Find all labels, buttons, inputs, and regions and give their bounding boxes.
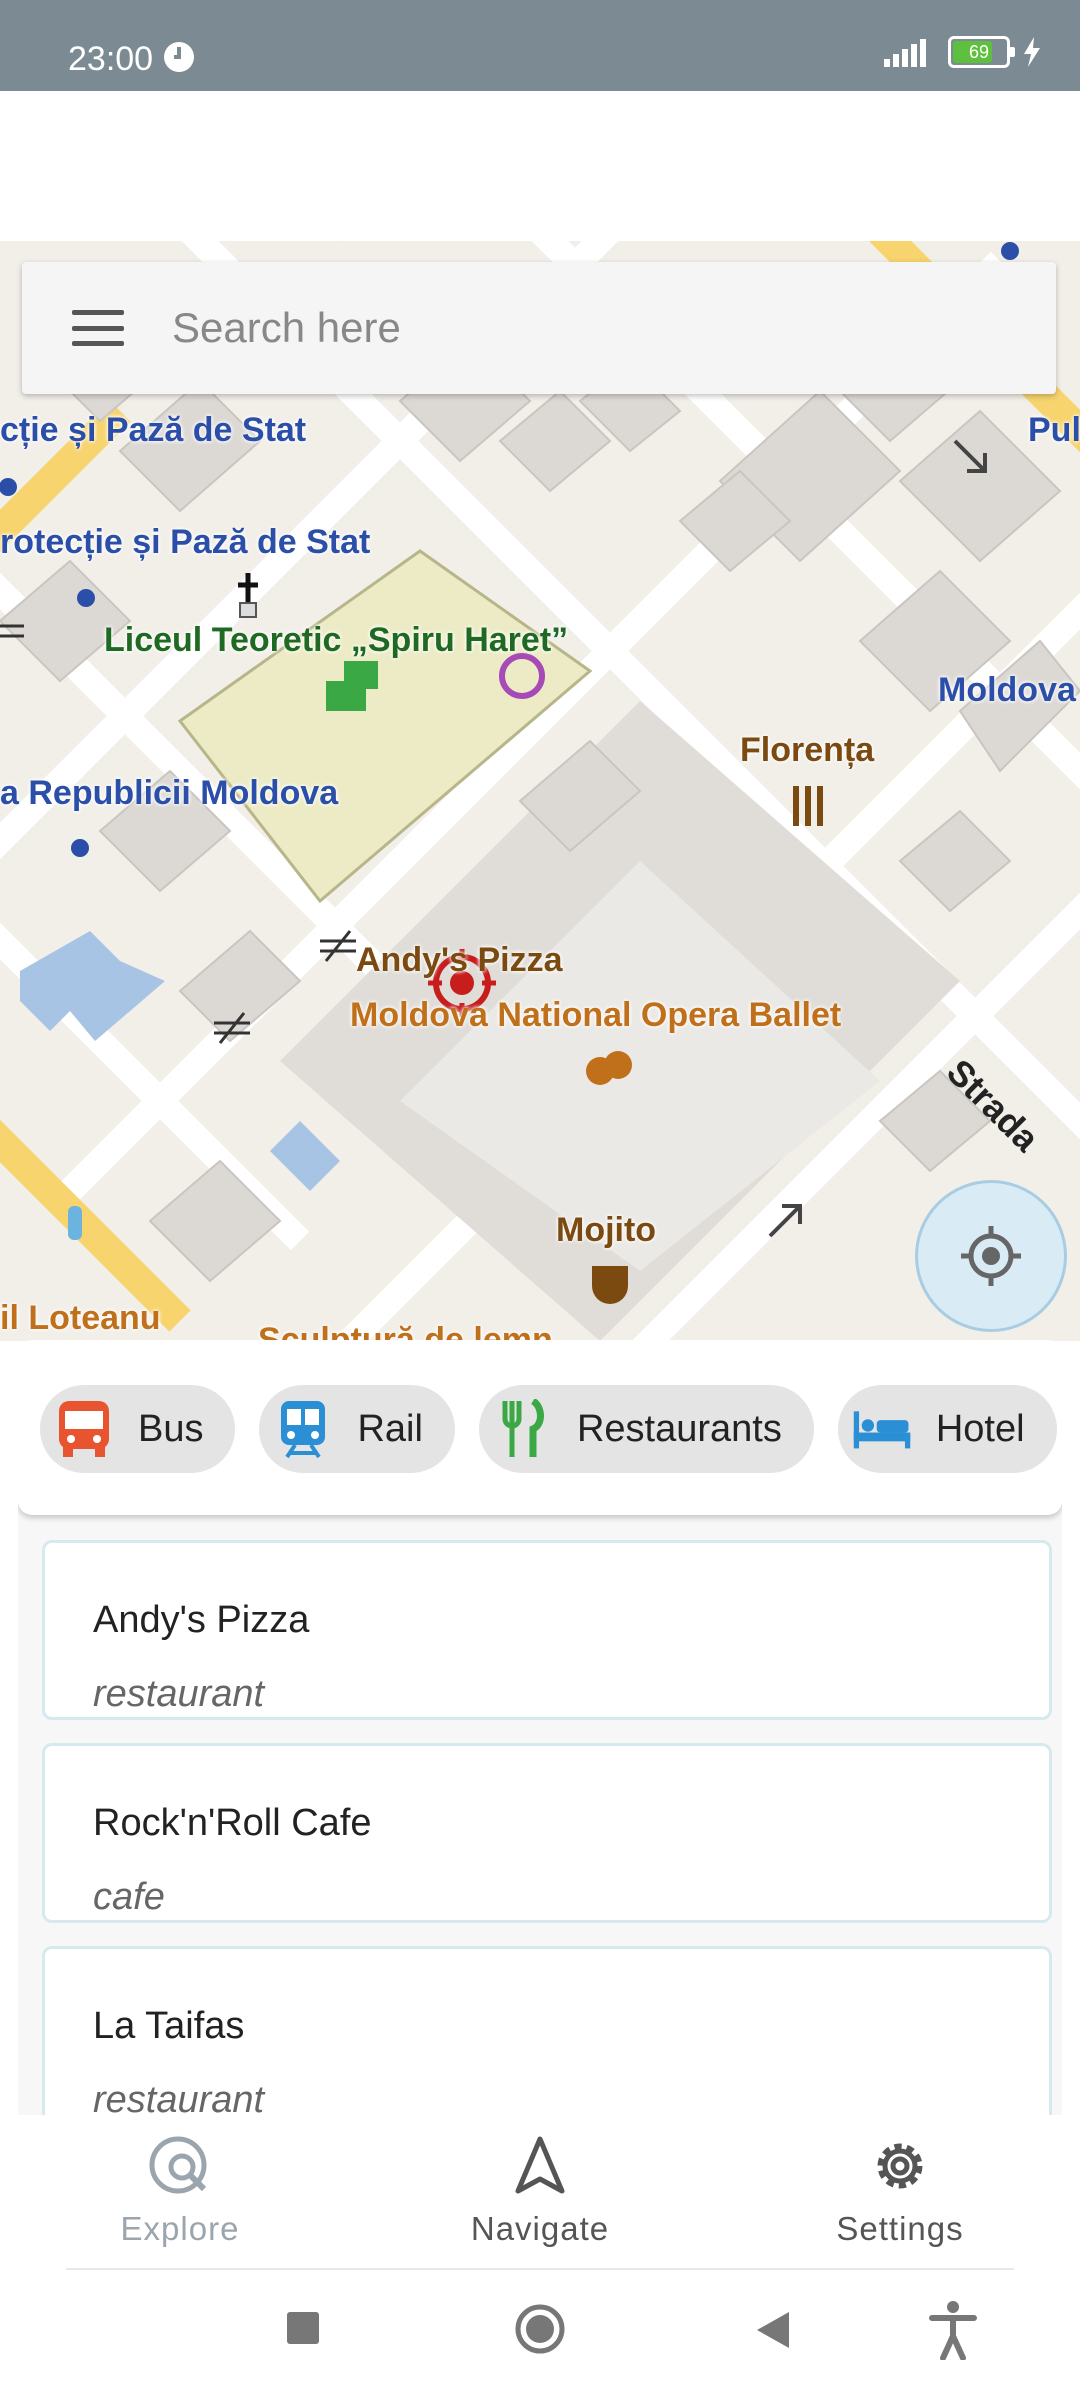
result-card[interactable]: Andy's Pizza restaurant: [42, 1540, 1052, 1720]
chip-label: Rail: [357, 1407, 423, 1450]
chip-label: Hotel: [935, 1407, 1025, 1450]
map-label-florenta[interactable]: Florența: [740, 731, 874, 770]
status-bar: 23:00 69: [0, 0, 1080, 91]
explore-panel: Bus Rail Restaurants Hotel Andy's Pizza …: [18, 1340, 1062, 2115]
result-type: restaurant: [93, 1673, 265, 1715]
chip-restaurants[interactable]: Restaurants: [478, 1385, 814, 1473]
nav-settings[interactable]: Settings: [780, 2135, 1020, 2248]
category-chips-card: Bus Rail Restaurants Hotel: [18, 1340, 1062, 1515]
top-spacer: [0, 91, 1080, 241]
nav-explore-label: Explore: [120, 2210, 240, 2247]
app-notification-icon: [164, 42, 194, 72]
battery-level: 69: [968, 41, 990, 62]
chip-hotel[interactable]: Hotel: [837, 1385, 1057, 1473]
status-icons: 69: [884, 36, 1042, 68]
chip-rail[interactable]: Rail: [259, 1385, 455, 1473]
result-card[interactable]: La Taifas restaurant: [42, 1946, 1052, 2115]
result-type: restaurant: [93, 2079, 265, 2115]
map-view[interactable]: cție și Pază de Stat rotecție și Pază de…: [0, 241, 1080, 1341]
my-location-button[interactable]: [915, 1180, 1067, 1332]
result-title: Rock'n'Roll Cafe: [93, 1802, 372, 1844]
search-bar: [22, 262, 1056, 394]
map-label-liceu[interactable]: Liceul Teoretic „Spiru Haret”: [104, 621, 568, 660]
chip-bus[interactable]: Bus: [40, 1385, 236, 1473]
map-label-mojito[interactable]: Mojito: [556, 1211, 656, 1250]
result-type: cafe: [93, 1876, 165, 1918]
charging-icon: [1024, 37, 1040, 67]
fork-knife-icon: [493, 1399, 553, 1459]
recents-button-icon[interactable]: [285, 2310, 321, 2346]
map-label-moldova[interactable]: Moldova: [938, 671, 1076, 710]
category-chips: Bus Rail Restaurants Hotel: [40, 1385, 1060, 1473]
map-label-protectie-2[interactable]: rotecție și Pază de Stat: [0, 523, 370, 562]
back-button-icon[interactable]: [755, 2310, 791, 2350]
result-title: La Taifas: [93, 2005, 245, 2047]
map-label-protectie-1[interactable]: cție și Pază de Stat: [0, 411, 306, 450]
status-time: 23:00: [68, 40, 154, 78]
navigation-arrow-icon: [515, 2136, 565, 2194]
chip-label: Bus: [138, 1407, 204, 1450]
train-icon: [273, 1399, 333, 1459]
map-label-pul[interactable]: Pul: [1028, 411, 1080, 450]
gear-icon: [877, 2143, 923, 2189]
search-input[interactable]: [170, 303, 974, 353]
map-label-opera[interactable]: Moldova National Opera Ballet: [350, 996, 841, 1035]
chip-label: Restaurants: [576, 1407, 782, 1450]
map-label-andys-pizza[interactable]: Andy's Pizza: [356, 941, 562, 980]
signal-icon: [884, 39, 926, 67]
result-card[interactable]: Rock'n'Roll Cafe cafe: [42, 1743, 1052, 1923]
map-label-sculptura[interactable]: Sculptură de lemn: [258, 1321, 553, 1341]
nav-navigate-label: Navigate: [470, 2210, 610, 2247]
battery-icon: 69: [948, 36, 1015, 68]
hamburger-menu-icon[interactable]: [72, 310, 124, 346]
nav-settings-label: Settings: [836, 2210, 964, 2247]
bottom-navigation: Explore Navigate Settings: [0, 2115, 1080, 2270]
map-label-loteanu[interactable]: il Loteanu: [0, 1299, 161, 1338]
crosshair-icon: [961, 1226, 1021, 1286]
bed-icon: [852, 1399, 912, 1459]
accessibility-icon[interactable]: [928, 2300, 978, 2360]
bus-icon: [54, 1399, 114, 1459]
nav-explore[interactable]: Explore: [60, 2135, 300, 2248]
nav-navigate[interactable]: Navigate: [420, 2135, 660, 2248]
map-label-republicii[interactable]: a Republicii Moldova: [0, 774, 338, 813]
explore-icon: [149, 2136, 207, 2194]
result-title: Andy's Pizza: [93, 1599, 310, 1641]
home-button-icon[interactable]: [515, 2304, 565, 2354]
system-navigation-bar: [0, 2270, 1080, 2400]
